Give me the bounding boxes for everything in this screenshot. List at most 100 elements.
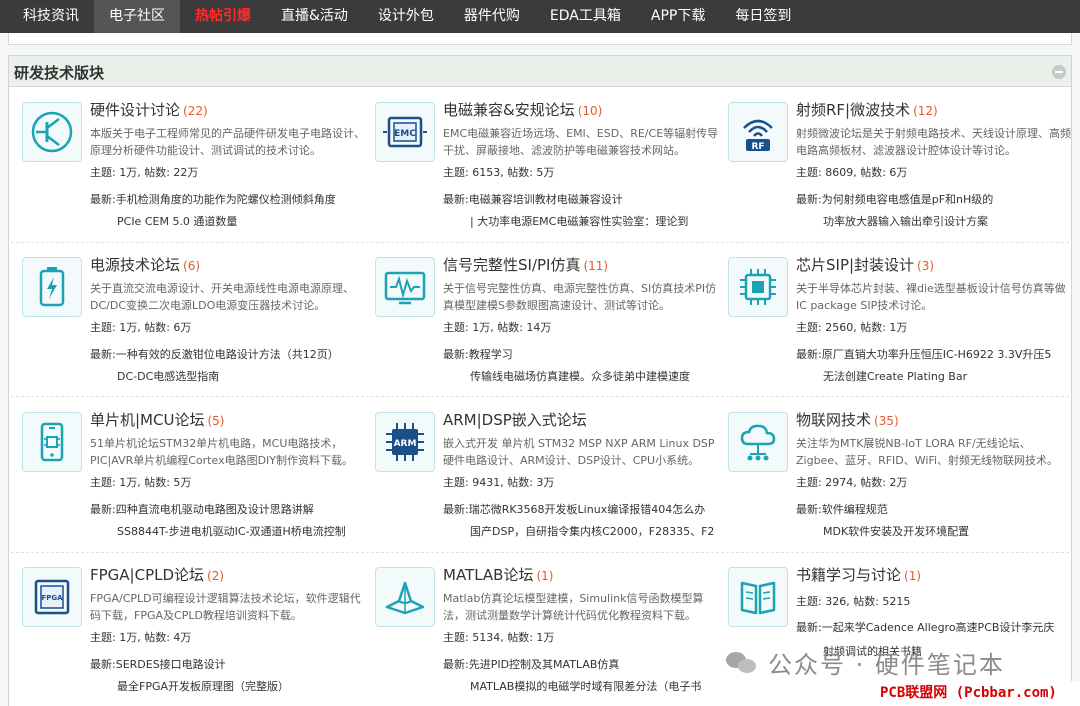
forum-latest-link[interactable]: MATLAB模拟的电磁学时域有限差分法（电子书	[470, 678, 701, 694]
collapse-icon[interactable]	[1052, 65, 1066, 79]
forum-latest-link[interactable]: 最新:一起来学Cadence Allegro高速PCB设计李元庆	[796, 619, 1054, 635]
forum-title[interactable]: 书籍学习与讨论 (1)	[796, 564, 921, 585]
forum-description: EMC电磁兼容近场远场、EMI、ESD、RE/CE等辐射传导干扰、屏蔽接地、滤波…	[443, 127, 719, 157]
row-divider	[11, 552, 1069, 553]
emc-icon[interactable]: EMC	[375, 102, 435, 162]
forum-title[interactable]: ARM|DSP嵌入式论坛	[443, 409, 590, 430]
forum-stats: 主题: 8609, 帖数: 6万	[796, 166, 908, 179]
forum-latest-link[interactable]: 最新:瑞芯微RK3568开发板Linux编译报错404怎么办	[443, 501, 705, 517]
forum-count: (35)	[874, 414, 899, 428]
forum-latest-link[interactable]: | 大功率电源EMC电磁兼容性实验室：理论到	[470, 213, 688, 229]
forum-latest-link[interactable]: DC-DC电感选型指南	[117, 368, 219, 384]
forum-latest-link[interactable]: 最新:四种直流电机驱动电路图及设计思路讲解	[90, 501, 314, 517]
forum-card-arm-dsp: ARM ARM|DSP嵌入式论坛 嵌入式开发 单片机 STM32 MSP NXP…	[375, 409, 725, 542]
forum-latest-link[interactable]: 最新:电磁兼容培训教材电磁兼容设计	[443, 191, 623, 207]
fpga-label: FPGA	[41, 594, 63, 602]
forum-stats: 主题: 2560, 帖数: 1万	[796, 321, 908, 334]
nav-item-daily-checkin[interactable]: 每日签到	[720, 0, 806, 33]
forum-latest-link[interactable]: 最新:原厂直销大功率升压恒压IC-H6922 3.3V升压5	[796, 346, 1051, 362]
forum-stats: 主题: 1万, 帖数: 14万	[443, 321, 552, 334]
top-nav: 科技资讯 电子社区 热帖引爆 直播&活动 设计外包 器件代购 EDA工具箱 AP…	[0, 0, 1080, 33]
forum-latest-link[interactable]: 最全FPGA开发板原理图（完整版）	[117, 678, 289, 694]
forum-latest-link[interactable]: MDK软件安装及开发环境配置	[823, 523, 969, 539]
matlab-icon[interactable]	[375, 567, 435, 627]
nav-item-components[interactable]: 器件代购	[449, 0, 535, 33]
nav-item-eda-tools[interactable]: EDA工具箱	[535, 0, 636, 33]
forum-title[interactable]: MATLAB论坛 (1)	[443, 564, 553, 585]
forum-stats: 主题: 2974, 帖数: 2万	[796, 476, 908, 489]
forum-count: (2)	[207, 569, 225, 583]
forum-latest-link[interactable]: 无法创建Create Plating Bar	[823, 368, 967, 384]
forum-count: (3)	[917, 259, 935, 273]
arm-chip-icon[interactable]: ARM	[375, 412, 435, 472]
rf-label: RF	[751, 142, 764, 152]
row-divider	[11, 242, 1069, 243]
battery-icon[interactable]	[22, 257, 82, 317]
forum-title[interactable]: 单片机|MCU论坛 (5)	[90, 409, 224, 430]
forum-latest-link[interactable]: 最新:SERDES接口电路设计	[90, 656, 226, 672]
book-icon[interactable]	[728, 567, 788, 627]
forum-stats: 主题: 1万, 帖数: 5万	[90, 476, 192, 489]
arm-label: ARM	[394, 439, 417, 449]
nav-item-live[interactable]: 直播&活动	[266, 0, 363, 33]
cloud-iot-icon[interactable]	[728, 412, 788, 472]
chip-icon[interactable]	[728, 257, 788, 317]
forum-latest-link[interactable]: SS8844T-步进电机驱动IC-双通道H桥电流控制	[117, 523, 346, 539]
transistor-icon[interactable]	[22, 102, 82, 162]
mcu-phone-icon[interactable]	[22, 412, 82, 472]
forum-card-iot: 物联网技术 (35) 关注华为MTK展锐NB-IoT LORA RF/无线论坛、Z…	[728, 409, 1073, 542]
forum-count: (5)	[207, 414, 225, 428]
forum-card-hardware: 硬件设计讨论 (22) 本版关于电子工程师常见的产品硬件研发电子电路设计、原理分析…	[22, 99, 372, 232]
forum-latest-link[interactable]: 传输线电磁场仿真建模。众多徒弟中建模速度	[470, 368, 690, 384]
forum-description: 嵌入式开发 单片机 STM32 MSP NXP ARM Linux DSP硬件电…	[443, 437, 715, 467]
fpga-icon[interactable]: FPGA	[22, 567, 82, 627]
forum-title[interactable]: 物联网技术 (35)	[796, 409, 899, 430]
nav-item-community[interactable]: 电子社区	[94, 0, 180, 33]
forum-latest-link[interactable]: 最新:软件编程规范	[796, 501, 888, 517]
forum-description: 51单片机论坛STM32单片机电路，MCU电路技术，PIC|AVR单片机编程Co…	[90, 437, 354, 467]
forum-section-panel: 研发技术版块 硬件设计讨论 (22) 本版关于电子工程师常见的产品硬件研发电子电路…	[8, 55, 1072, 706]
forum-stats: 主题: 9431, 帖数: 3万	[443, 476, 555, 489]
forum-latest-link[interactable]: 最新:一种有效的反激钳位电路设计方法（共12页）	[90, 346, 339, 362]
forum-latest-link[interactable]: PCIe CEM 5.0 通道数量	[117, 213, 237, 229]
forum-title[interactable]: 电磁兼容&安规论坛 (10)	[443, 99, 602, 120]
forum-stats: 主题: 326, 帖数: 5215	[796, 595, 911, 608]
forum-latest-link[interactable]: 功率放大器输入输出牵引设计方案	[823, 213, 988, 229]
forum-title[interactable]: 电源技术论坛 (6)	[90, 254, 200, 275]
forum-latest-link[interactable]: 最新:为何射频电容电感值是pF和nH级的	[796, 191, 993, 207]
nav-item-app-download[interactable]: APP下载	[636, 0, 720, 33]
forum-description: 射频微波论坛是关于射频电路技术、天线设计原理、高频电路高频板材、滤波器设计腔体设…	[796, 127, 1071, 157]
forum-latest-link[interactable]: 国产DSP，自研指令集内核C2000，F28335、F2	[470, 523, 714, 539]
forum-title[interactable]: 芯片SIP|封装设计 (3)	[796, 254, 934, 275]
forum-title[interactable]: FPGA|CPLD论坛 (2)	[90, 564, 224, 585]
forum-count: (10)	[577, 104, 603, 118]
forum-card-mcu: 单片机|MCU论坛 (5) 51单片机论坛STM32单片机电路，MCU电路技术，P…	[22, 409, 372, 542]
nav-item-outsourcing[interactable]: 设计外包	[363, 0, 449, 33]
forum-description: FPGA/CPLD可编程设计逻辑算法技术论坛，软件逻辑代码下载，FPGA及CPL…	[90, 592, 361, 622]
site-tag: PCB联盟网 (Pcbbar.com)	[872, 681, 1080, 706]
forum-stats: 主题: 6153, 帖数: 5万	[443, 166, 555, 179]
forum-description: 本版关于电子工程师常见的产品硬件研发电子电路设计、原理分析硬件功能设计、测试调试…	[90, 127, 365, 157]
forum-latest-link[interactable]: 最新:教程学习	[443, 346, 513, 362]
forum-title[interactable]: 信号完整性SI/PI仿真 (11)	[443, 254, 608, 275]
forum-stats: 主题: 1万, 帖数: 22万	[90, 166, 199, 179]
nav-item-tech-news[interactable]: 科技资讯	[8, 0, 94, 33]
forum-card-power: 电源技术论坛 (6) 关于直流交流电源设计、开关电源线性电源电源原理、DC/DC变…	[22, 254, 372, 387]
forum-card-si-pi: 信号完整性SI/PI仿真 (11) 关于信号完整性仿真、电源完整性仿真、SI仿真技…	[375, 254, 725, 387]
nav-item-hot-posts[interactable]: 热帖引爆	[180, 0, 266, 33]
forum-card-sip: 芯片SIP|封装设计 (3) 关于半导体芯片封装、裸die选型基板设计信号仿真等做…	[728, 254, 1073, 387]
forum-title[interactable]: 射频RF|微波技术 (12)	[796, 99, 938, 120]
forum-latest-link[interactable]: 最新:先进PID控制及其MATLAB仿真	[443, 656, 619, 672]
section-title: 研发技术版块	[14, 64, 105, 82]
wechat-logo-icon	[726, 650, 758, 676]
forum-title[interactable]: 硬件设计讨论 (22)	[90, 99, 208, 120]
forum-count: (6)	[183, 259, 201, 273]
forum-latest-link[interactable]: 最新:手机检测角度的功能作为陀螺仪检测倾斜角度	[90, 191, 336, 207]
forum-description: Matlab仿真论坛模型建模，Simulink信号函数模型算法，测试测量数学计算…	[443, 592, 704, 622]
forum-count: (22)	[183, 104, 208, 118]
oscilloscope-icon[interactable]	[375, 257, 435, 317]
rf-icon[interactable]: RF	[728, 102, 788, 162]
forum-description: 关注华为MTK展锐NB-IoT LORA RF/无线论坛、Zigbee、蓝牙、R…	[796, 437, 1059, 467]
forum-card-emc: EMC 电磁兼容&安规论坛 (10) EMC电磁兼容近场远场、EMI、ESD、RE…	[375, 99, 725, 232]
forum-count: (12)	[913, 104, 938, 118]
